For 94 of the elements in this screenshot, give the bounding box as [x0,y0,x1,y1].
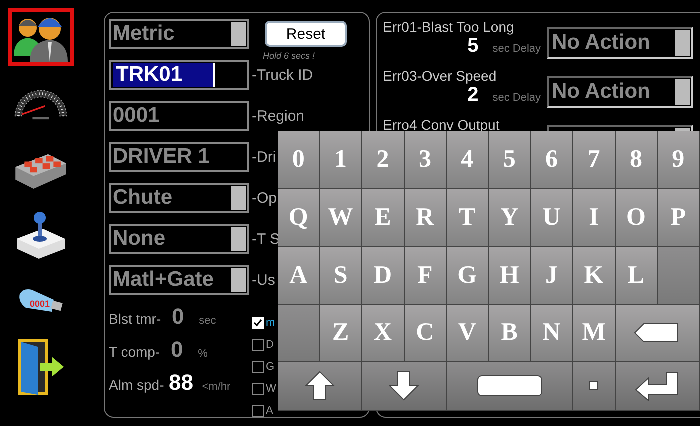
reading-value: 0 [170,337,184,363]
key[interactable]: W [320,189,362,247]
backspace-icon [634,323,680,343]
error-label: Erro4 Conv Output [383,117,501,133]
field-label: -Us [252,272,276,288]
exit-door-icon [16,337,66,397]
units-dropdown[interactable]: Metric [109,19,249,49]
reading-unit: % [198,348,208,360]
reading-label: T comp- [109,344,160,360]
blank-key [278,305,320,362]
key[interactable]: 2 [362,131,405,189]
delay-unit: sec Delay [492,92,541,104]
text-field[interactable]: 0001 [109,101,249,131]
space-bar-icon [476,375,543,397]
key[interactable]: 7 [573,131,616,189]
key[interactable]: 0 [278,131,320,189]
key[interactable]: V [446,305,489,362]
key[interactable]: S [320,247,362,305]
key[interactable]: U [531,189,574,247]
field-label: -Dri [252,148,276,166]
reset-button[interactable]: Reset [265,21,347,47]
key[interactable]: N [531,305,574,362]
field-label: -Region [252,108,305,124]
checkbox-label: A [266,405,274,417]
key[interactable]: Q [278,189,320,247]
option-dropdown[interactable]: Chute [109,183,249,213]
key[interactable]: 9 [658,131,700,189]
reading-value: 0 [170,304,186,330]
key[interactable]: F [404,247,447,305]
reading-value: 88 [168,370,194,396]
key[interactable]: Z [320,305,362,362]
key[interactable]: T [446,189,489,247]
text-field[interactable]: TRK01 [109,60,249,90]
key[interactable]: X [362,305,405,362]
reset-hint: Hold 6 secs ! [263,51,316,61]
key[interactable]: 4 [446,131,489,189]
key[interactable]: E [362,189,405,247]
key[interactable]: C [404,305,447,362]
checkbox[interactable] [252,383,264,395]
key[interactable]: A [278,247,320,305]
key[interactable]: O [616,189,658,247]
option-dropdown[interactable]: None [109,224,249,254]
checkbox[interactable] [252,405,264,417]
drive-label: 0001 [30,299,50,309]
key[interactable]: J [531,247,574,305]
key[interactable]: L [616,247,658,305]
reading-label: Alm spd- [109,377,164,393]
delay-value: 5 [468,35,479,58]
error-label: Err01-Blast Too Long [383,19,516,35]
backspace-key[interactable] [616,305,700,362]
key[interactable]: P [658,189,700,247]
delay-value: 2 [468,84,479,107]
dot-key[interactable] [573,362,616,411]
key[interactable]: 3 [404,131,447,189]
reading-unit: <m/hr [202,381,231,393]
sidebar-item[interactable]: 0001 [8,272,74,330]
action-dropdown[interactable]: No Action [547,27,693,59]
key[interactable]: I [573,189,616,247]
key[interactable]: H [489,247,532,305]
checkbox-label: G [266,361,275,373]
checkbox-label: m [266,317,276,329]
checkbox[interactable] [252,339,264,351]
error-label: Err03-Over Speed [383,68,498,84]
key[interactable]: 8 [616,131,658,189]
key[interactable]: D [362,247,405,305]
key[interactable]: B [489,305,532,362]
down-key[interactable] [362,362,447,411]
field-label: -Truck ID [252,66,314,84]
blank-key [658,247,700,305]
down-arrow-icon [389,371,420,401]
checkbox-label: D [266,339,274,351]
checkbox-label: W [266,383,276,395]
key[interactable]: 6 [531,131,574,189]
shift-key[interactable] [278,362,362,411]
delay-unit: sec Delay [492,43,541,55]
reading-label: Blst tmr- [109,311,162,327]
field-label: -Op [252,190,278,206]
key[interactable]: Y [489,189,532,247]
option-dropdown[interactable]: Matl+Gate [109,265,249,295]
enter-key[interactable] [616,362,700,411]
key[interactable]: G [446,247,489,305]
up-arrow-icon [304,371,335,401]
text-field[interactable]: DRIVER 1 [109,142,249,172]
key[interactable]: M [573,305,616,362]
sidebar-item[interactable] [8,8,74,66]
space-key[interactable] [446,362,574,411]
checkbox[interactable] [252,361,264,373]
key[interactable]: R [404,189,447,247]
key[interactable]: 5 [489,131,532,189]
reading-unit: sec [199,315,216,327]
key[interactable]: K [573,247,616,305]
enter-icon [635,371,680,401]
key[interactable]: 1 [320,131,362,189]
action-dropdown[interactable]: No Action [547,76,693,108]
